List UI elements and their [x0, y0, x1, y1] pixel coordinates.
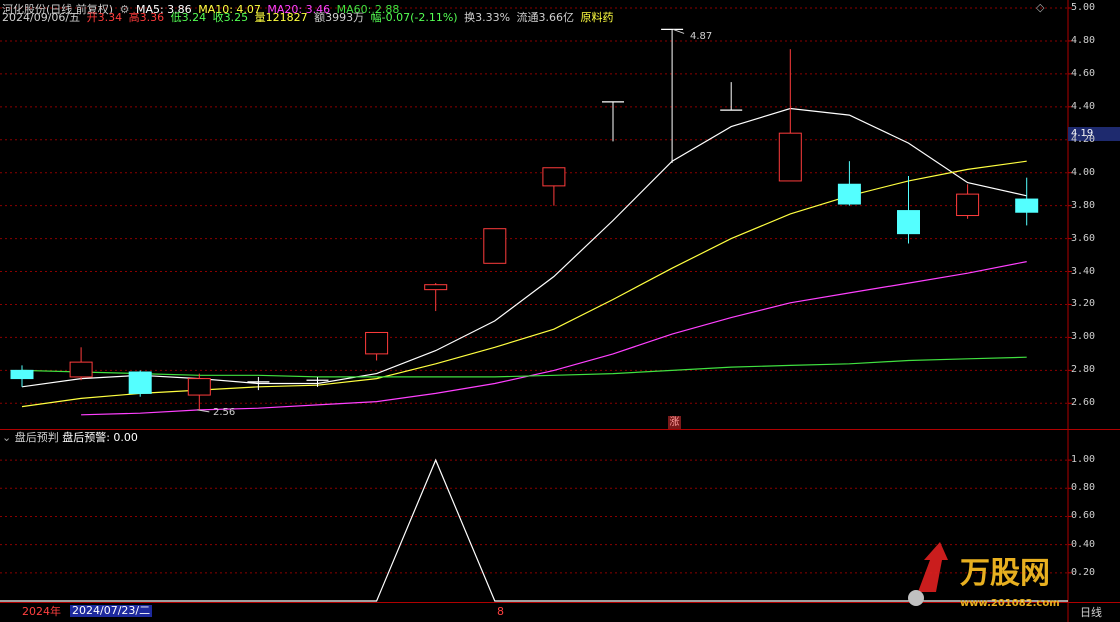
- candle-body-up: [956, 193, 980, 217]
- high-label: 高3.36: [128, 11, 165, 24]
- candle-body-down: [128, 371, 152, 394]
- amount-label: 额3993万: [314, 11, 365, 24]
- low-label: 低3.24: [170, 11, 207, 24]
- indicator-tick-label: 0.80: [1071, 482, 1096, 494]
- ma-line-ma20: [81, 261, 1027, 416]
- chevron-down-icon[interactable]: ⌄: [2, 431, 11, 444]
- price-tick-label: 4.20: [1071, 133, 1096, 145]
- high-price-annotation: 4.87: [690, 31, 713, 42]
- indicator-tick-label: 0.60: [1071, 510, 1096, 522]
- watermark-bull-icon: [908, 590, 924, 606]
- period-label[interactable]: 日线: [1080, 607, 1102, 619]
- date-marker-label: 8: [497, 605, 504, 618]
- indicator-header: ⌄ 盘后预判 盘后预警: 0.00: [2, 432, 138, 444]
- candle-body-up: [424, 284, 448, 291]
- diamond-icon[interactable]: ◇: [1036, 2, 1044, 14]
- float-label: 流通3.66亿: [516, 11, 575, 24]
- ma-line-ma10: [21, 160, 1027, 408]
- close-label: 收3.25: [212, 11, 249, 24]
- indicator-tick-label: 1.00: [1071, 454, 1096, 466]
- indicator-title[interactable]: 盘后预判: [15, 431, 59, 444]
- indicator-value: 盘后预警: 0.00: [62, 431, 138, 444]
- candle-body-down: [1015, 198, 1039, 213]
- volume-label: 量121827: [254, 11, 308, 24]
- candle-body-up: [778, 132, 802, 182]
- turnover-label: 换3.33%: [464, 11, 511, 24]
- price-tick-label: 3.80: [1071, 199, 1096, 211]
- price-tick-label: 3.40: [1071, 265, 1096, 277]
- sector-label[interactable]: 原料药: [581, 11, 614, 24]
- price-tick-label: 3.00: [1071, 331, 1096, 343]
- price-tick-label: 3.60: [1071, 232, 1096, 244]
- candle-body-up: [187, 378, 211, 396]
- candle-body-up: [365, 331, 389, 355]
- chart-canvas[interactable]: [0, 0, 1120, 622]
- indicator-tick-label: 0.20: [1071, 566, 1096, 578]
- candle-body-up: [542, 167, 566, 187]
- candle-body-down: [897, 210, 920, 235]
- price-tick-label: 4.60: [1071, 67, 1096, 79]
- open-label: 开3.34: [86, 11, 123, 24]
- price-tick-label: 4.00: [1071, 166, 1096, 178]
- candle-body-down: [837, 183, 861, 205]
- candle-body-down: [10, 369, 34, 380]
- stock-chart-window: 河化股份(日线 前复权) ⚙ MA5: 3.86 MA10: 4.07 MA20…: [0, 0, 1120, 622]
- indicator-line: [0, 458, 1068, 602]
- candle-body-up: [483, 228, 507, 264]
- low-price-annotation: 2.56: [213, 407, 236, 418]
- price-tick-label: 4.80: [1071, 34, 1096, 46]
- date-label: 2024/09/06/五: [2, 11, 81, 24]
- price-tick-label: 5.00: [1071, 2, 1096, 13]
- year-label: 2024年: [22, 605, 61, 618]
- change-label: 幅-0.07(-2.11%): [370, 11, 458, 24]
- header-info-line-2: 2024/09/06/五 开3.34 高3.36 低3.24 收3.25 量12…: [2, 12, 617, 24]
- watermark-url: www.201082.com: [960, 598, 1060, 609]
- watermark-logo-icon: [918, 542, 948, 592]
- price-tick-label: 2.60: [1071, 397, 1096, 409]
- watermark-brand: 万股网: [960, 556, 1050, 591]
- cursor-date-label: 2024/07/23/二: [70, 604, 153, 617]
- price-tick-label: 4.40: [1071, 100, 1096, 112]
- price-tick-label: 3.20: [1071, 298, 1096, 310]
- price-tick-label: 2.80: [1071, 364, 1096, 376]
- ma-line-ma60: [21, 356, 1027, 378]
- ma-line-ma5: [21, 107, 1027, 388]
- limit-up-badge[interactable]: 涨: [668, 416, 681, 429]
- indicator-tick-label: 0.40: [1071, 538, 1096, 550]
- candle-body-up: [69, 361, 93, 378]
